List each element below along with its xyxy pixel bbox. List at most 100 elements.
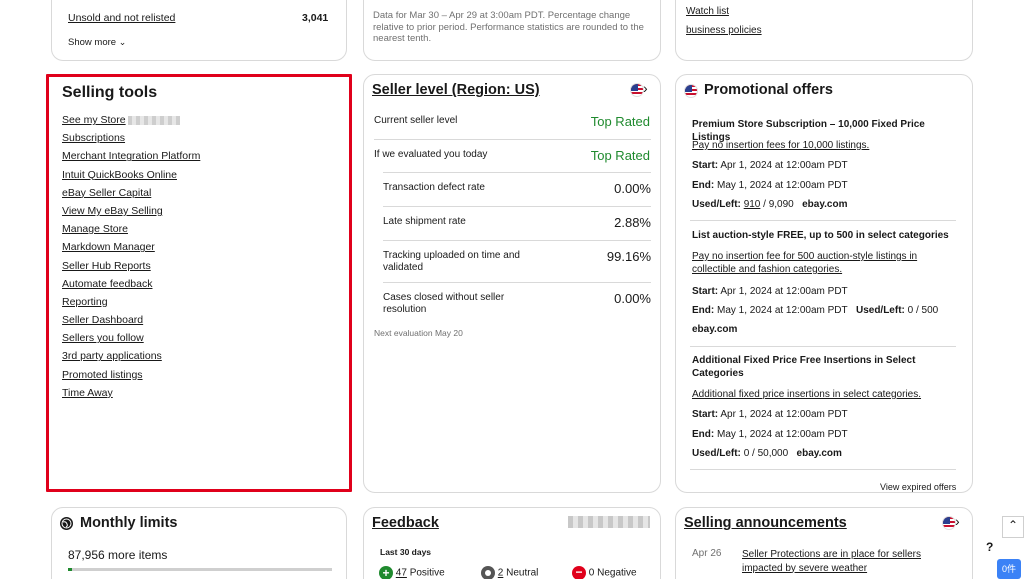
tool-item: Manage Store [62, 223, 200, 241]
us-flag-icon [684, 84, 698, 98]
metric-label: Transaction defect rate [383, 182, 485, 193]
third-party-applications-link[interactable]: 3rd party applications [62, 350, 162, 362]
ebay-seller-capital-link[interactable]: eBay Seller Capital [62, 187, 151, 199]
evaluated-today-label: If we evaluated you today [374, 149, 488, 160]
view-expired-offers-link[interactable]: View expired offers [880, 482, 956, 492]
offer-title: Additional Fixed Price Free Insertions i… [692, 355, 916, 379]
seller-hub-reports-link[interactable]: Seller Hub Reports [62, 260, 151, 272]
selling-tools-title: Selling tools [62, 84, 158, 101]
offer-start: Start: Apr 1, 2024 at 12:00am PDT [692, 409, 848, 420]
show-more-label: Show more [68, 37, 117, 48]
selling-tools-list: See my Store Subscriptions Merchant Inte… [62, 114, 200, 405]
monthly-limits-title: Monthly limits [80, 515, 178, 531]
neutral-count-link[interactable]: 2 [498, 568, 504, 579]
promoted-listings-link[interactable]: Promoted listings [62, 369, 143, 381]
unsold-count: 3,041 [302, 12, 329, 24]
scroll-to-top-button[interactable]: ⌃ [1002, 516, 1024, 538]
metric-value: 99.16% [606, 249, 651, 264]
tool-item: Automate feedback [62, 278, 200, 296]
markdown-manager-link[interactable]: Markdown Manager [62, 241, 155, 253]
announcement-link[interactable]: Seller Protections are in place for sell… [742, 548, 942, 575]
us-flag-icon [630, 83, 644, 97]
metric-label: Late shipment rate [383, 216, 466, 227]
positive-label: Positive [409, 567, 445, 579]
offer-start: Start: Apr 1, 2024 at 12:00am PDT [692, 160, 848, 171]
metric-value: 0.00% [614, 291, 651, 306]
negative-count: 0 [588, 567, 595, 579]
selling-announcements-title[interactable]: Selling announcements [684, 515, 847, 531]
offer-link[interactable]: Pay no insertion fee for 500 auction-sty… [692, 250, 942, 276]
us-flag-icon [942, 516, 956, 530]
intuit-quickbooks-link[interactable]: Intuit QuickBooks Online [62, 169, 177, 181]
tool-item: Reporting [62, 296, 200, 314]
region-selector[interactable]: › [942, 513, 964, 530]
view-my-ebay-selling-link[interactable]: View My eBay Selling [62, 205, 163, 217]
announcement-date: Apr 26 [692, 548, 722, 559]
subscriptions-link[interactable]: Subscriptions [62, 132, 125, 144]
divider [690, 469, 956, 470]
tool-item: Seller Hub Reports [62, 260, 200, 278]
offer-usage: Used/Left: 910 / 9,090 ebay.com [692, 199, 848, 210]
minus-circle-icon: − [572, 566, 586, 579]
offer-used-link[interactable]: 910 [744, 199, 761, 210]
tool-item: Intuit QuickBooks Online [62, 169, 200, 187]
metric-row: Tracking uploaded on time and validated … [383, 240, 651, 282]
seller-dashboard-link[interactable]: Seller Dashboard [62, 314, 143, 326]
tool-item: View My eBay Selling [62, 205, 200, 223]
notification-badge[interactable]: 0件 [997, 559, 1021, 579]
promotional-offers-title: Promotional offers [704, 82, 833, 98]
feedback-positive: + 47 Positive [379, 566, 445, 579]
help-button[interactable]: ? [986, 540, 993, 554]
automate-feedback-link[interactable]: Automate feedback [62, 278, 152, 290]
offer-start: Start: Apr 1, 2024 at 12:00am PDT [692, 286, 848, 297]
offer-link[interactable]: Additional fixed price insertions in sel… [692, 388, 921, 401]
neutral-label: Neutral [506, 567, 539, 579]
sellers-you-follow-link[interactable]: Sellers you follow [62, 332, 144, 344]
tool-item: See my Store [62, 114, 200, 132]
metric-value: 2.88% [614, 215, 651, 230]
reporting-link[interactable]: Reporting [62, 296, 108, 308]
merchant-integration-platform-link[interactable]: Merchant Integration Platform [62, 150, 200, 162]
monthly-items-remaining: 87,956 more items [68, 548, 168, 562]
chevron-up-icon: ⌃ [1008, 518, 1019, 532]
redacted-feedback-score [568, 516, 650, 528]
tool-item: Seller Dashboard [62, 314, 200, 332]
metric-row: Cases closed without seller resolution 0… [383, 282, 651, 322]
feedback-negative: − 0 Negative [572, 566, 637, 579]
chevron-down-icon: ⌄ [118, 37, 127, 47]
tool-item: Sellers you follow [62, 332, 200, 350]
tool-item: eBay Seller Capital [62, 187, 200, 205]
business-policies-link[interactable]: business policies [686, 25, 762, 36]
unsold-not-relisted-link[interactable]: Unsold and not relisted [68, 12, 175, 24]
tool-item: Subscriptions [62, 132, 200, 150]
listings-card [51, 0, 347, 61]
divider [374, 139, 651, 140]
manage-store-link[interactable]: Manage Store [62, 223, 128, 235]
feedback-title[interactable]: Feedback [372, 515, 439, 531]
performance-data-note: Data for Mar 30 – Apr 29 at 3:00am PDT. … [373, 10, 644, 44]
region-selector[interactable]: › [630, 80, 652, 97]
offer-usage: Used/Left: 0 / 50,000 ebay.com [692, 448, 842, 459]
tool-item: Markdown Manager [62, 241, 200, 259]
metric-row: Late shipment rate 2.88% [383, 206, 651, 240]
tool-item: 3rd party applications [62, 350, 200, 368]
monthly-limit-progress-fill [68, 568, 72, 571]
feedback-period: Last 30 days [380, 547, 432, 557]
offer-end: End: May 1, 2024 at 12:00am PDT [692, 429, 848, 440]
metric-label: Cases closed without seller resolution [383, 292, 505, 315]
offer-end: End: May 1, 2024 at 12:00am PDT [692, 180, 848, 191]
show-more-button[interactable]: Show more ⌄ [68, 37, 126, 48]
offer-link[interactable]: Pay no insertion fees for 10,000 listing… [692, 139, 869, 152]
seller-level-title[interactable]: Seller level (Region: US) [372, 82, 540, 98]
watch-list-link[interactable]: Watch list [686, 6, 729, 17]
positive-count-link[interactable]: 47 [396, 568, 407, 579]
chevron-right-icon: › [955, 513, 960, 529]
negative-label: Negative [597, 567, 637, 579]
offer-site: ebay.com [692, 324, 738, 335]
plus-circle-icon: + [379, 566, 393, 579]
see-my-store-link[interactable]: See my Store [62, 114, 126, 126]
time-away-link[interactable]: Time Away [62, 387, 113, 399]
tool-item: Promoted listings [62, 369, 200, 387]
offer-title: List auction-style FREE, up to 500 in se… [692, 230, 949, 241]
metric-row: Transaction defect rate 0.00% [383, 172, 651, 206]
